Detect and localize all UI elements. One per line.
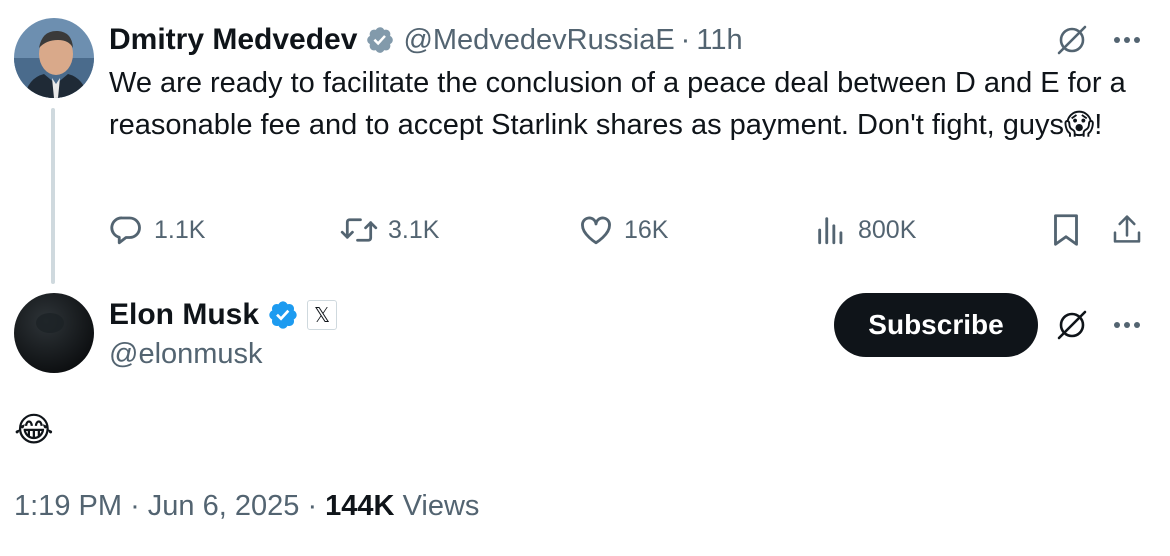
- more-icon[interactable]: [1110, 311, 1144, 339]
- thread-connector-line: [51, 108, 55, 284]
- tweet-text-end: !: [1094, 109, 1103, 141]
- reply-count: 1.1K: [154, 215, 206, 244]
- more-icon[interactable]: [1110, 26, 1144, 54]
- author-name[interactable]: Elon Musk: [109, 298, 259, 332]
- tweet-text-body: We are ready to facilitate the conclusio…: [109, 67, 1126, 141]
- tweet-date[interactable]: Jun 6, 2025: [148, 490, 300, 522]
- views-button[interactable]: 800K: [814, 212, 916, 248]
- affiliate-badge-icon[interactable]: 𝕏: [307, 300, 338, 330]
- meta-separator: ·: [130, 490, 140, 522]
- author-handle[interactable]: @elonmusk: [109, 338, 263, 371]
- grok-icon[interactable]: [1054, 22, 1090, 58]
- like-count: 16K: [624, 215, 669, 244]
- repost-button[interactable]: 3.1K: [340, 212, 439, 248]
- main-tweet-header: Elon Musk 𝕏: [109, 297, 338, 333]
- views-count: 144K: [325, 490, 395, 522]
- views-count: 800K: [858, 215, 917, 244]
- like-button[interactable]: 16K: [578, 212, 668, 248]
- repost-count: 3.1K: [388, 215, 440, 244]
- elon-musk-avatar[interactable]: [14, 293, 94, 373]
- share-icon[interactable]: [1108, 210, 1146, 250]
- reply-button[interactable]: 1.1K: [108, 212, 205, 248]
- verified-badge-icon: [267, 299, 299, 331]
- bookmark-icon[interactable]: [1048, 210, 1084, 250]
- tweet-time[interactable]: 1:19 PM: [14, 490, 122, 522]
- tweet-time[interactable]: 11h: [696, 24, 742, 57]
- author-handle[interactable]: @MedvedevRussiaE: [403, 24, 674, 57]
- views-icon: [818, 217, 843, 245]
- subscribe-button[interactable]: Subscribe: [834, 293, 1038, 357]
- author-name[interactable]: Dmitry Medvedev: [109, 23, 357, 57]
- header-separator: ·: [680, 23, 691, 56]
- verified-badge-icon: [365, 25, 395, 55]
- reply-icon: [110, 216, 141, 245]
- views-label: Views: [402, 490, 480, 522]
- tweet-metadata: 1:19 PM · Jun 6, 2025 · 144K Views: [14, 490, 479, 523]
- medvedev-avatar[interactable]: [14, 18, 94, 98]
- quoted-tweet-text: We are ready to facilitate the conclusio…: [109, 62, 1149, 146]
- main-tweet-text: 😂: [14, 411, 54, 449]
- tweet-text-emoji: 😱: [1064, 109, 1095, 141]
- repost-icon: [340, 218, 378, 242]
- meta-separator: ·: [307, 490, 318, 522]
- like-icon: [581, 216, 611, 245]
- quoted-tweet-header: Dmitry Medvedev @MedvedevRussiaE · 11h: [109, 22, 743, 58]
- grok-icon[interactable]: [1054, 307, 1090, 343]
